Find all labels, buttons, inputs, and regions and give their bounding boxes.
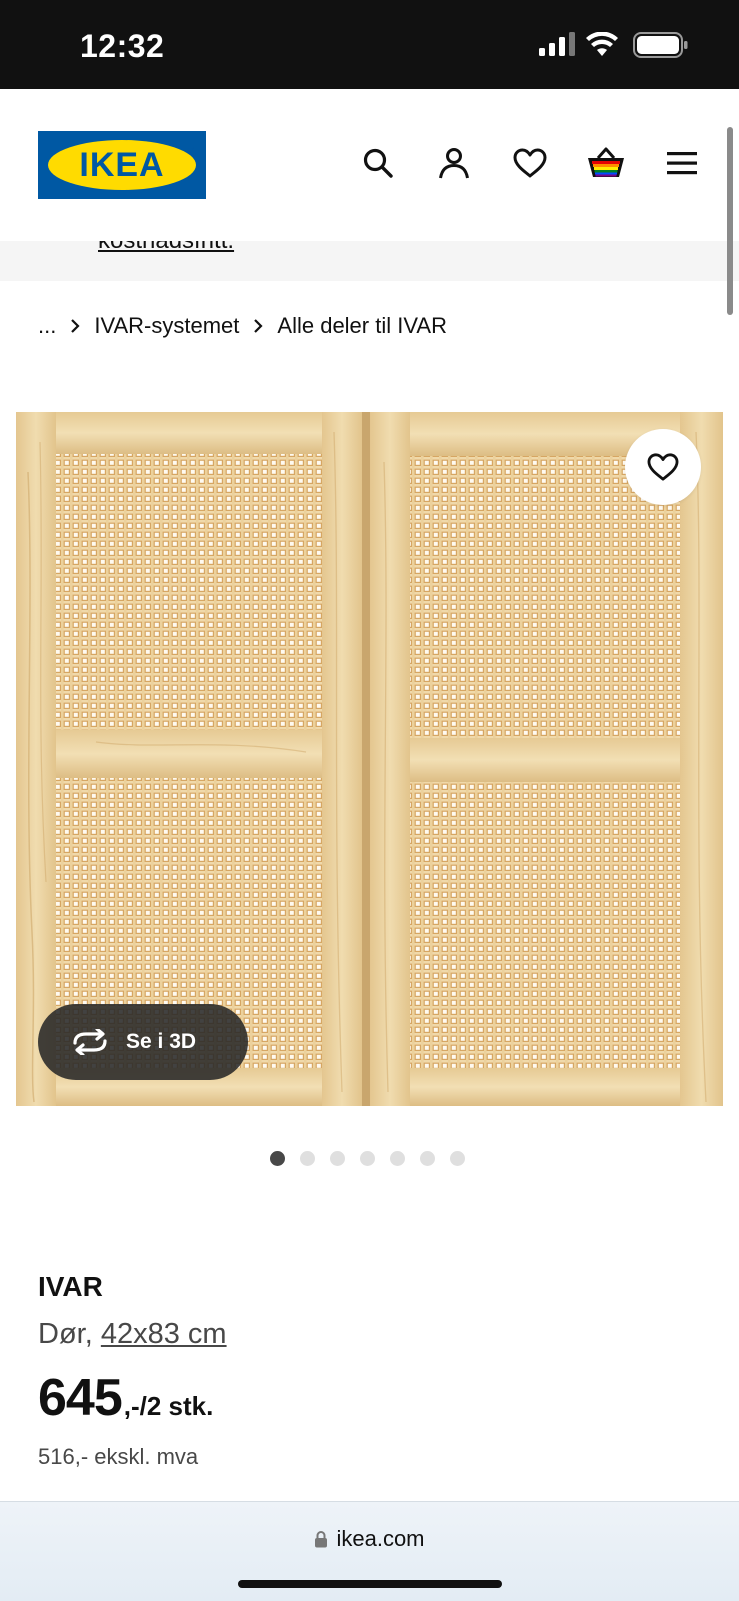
carousel-dot[interactable] [270,1151,285,1166]
lock-icon [314,1530,328,1548]
ikea-logo[interactable]: IKEA ® [38,131,206,199]
signal-icon [539,32,575,56]
product-image[interactable] [16,412,723,1106]
price-integer: 645 [38,1369,123,1427]
product-type: Dør, [38,1318,93,1350]
site-header: IKEA ® [0,89,739,241]
product-price: 645 ,-/2 stk. [38,1368,213,1428]
breadcrumb-item-alle-deler[interactable]: Alle deler til IVAR [277,313,447,339]
product-description: Dør, 42x83 cm [38,1318,227,1351]
chevron-right-icon [253,318,263,334]
chevron-right-icon [70,318,80,334]
promo-banner: kostnadsfritt. [0,241,739,281]
menu-icon[interactable] [660,141,704,185]
product-name: IVAR [38,1271,103,1302]
right-door [370,412,723,1106]
product-dimensions-link[interactable]: 42x83 cm [101,1318,227,1350]
basket-icon[interactable] [584,141,628,185]
battery-icon [633,32,688,58]
view-in-3d-label: Se i 3D [126,1030,197,1053]
heart-icon[interactable] [508,141,552,185]
rotate-3d-icon [70,1029,110,1055]
url-text: ikea.com [336,1526,425,1551]
logo-text: IKEA [79,146,165,184]
browser-address-bar: ikea.com [0,1501,739,1601]
url-field[interactable]: ikea.com [0,1526,739,1552]
carousel-dot[interactable] [300,1151,315,1166]
breadcrumb-item-ivar-systemet[interactable]: IVAR-systemet [94,313,239,339]
left-door [16,412,362,1106]
carousel-dot[interactable] [450,1151,465,1166]
carousel-dot[interactable] [360,1151,375,1166]
scrollbar[interactable] [727,127,733,315]
carousel-dot[interactable] [330,1151,345,1166]
price-suffix: ,-/2 stk. [123,1391,214,1421]
home-indicator[interactable] [238,1580,502,1588]
price-ex-vat: 516,- ekskl. mva [38,1444,199,1469]
logo-registered-mark: ® [188,145,195,155]
status-bar: 12:32 [0,0,739,89]
wifi-icon [586,32,618,56]
breadcrumb: ... IVAR-systemet Alle deler til IVAR [38,310,447,342]
carousel-dot[interactable] [420,1151,435,1166]
view-in-3d-button[interactable]: Se i 3D [38,1004,248,1080]
carousel-dot[interactable] [390,1151,405,1166]
promo-link[interactable]: kostnadsfritt. [98,241,234,255]
add-to-favourites-button[interactable] [625,429,701,505]
breadcrumb-ellipsis[interactable]: ... [38,313,56,339]
account-icon[interactable] [432,141,476,185]
search-icon[interactable] [356,141,400,185]
carousel-dots [270,1151,480,1167]
status-time: 12:32 [80,28,165,64]
heart-icon [647,453,679,481]
